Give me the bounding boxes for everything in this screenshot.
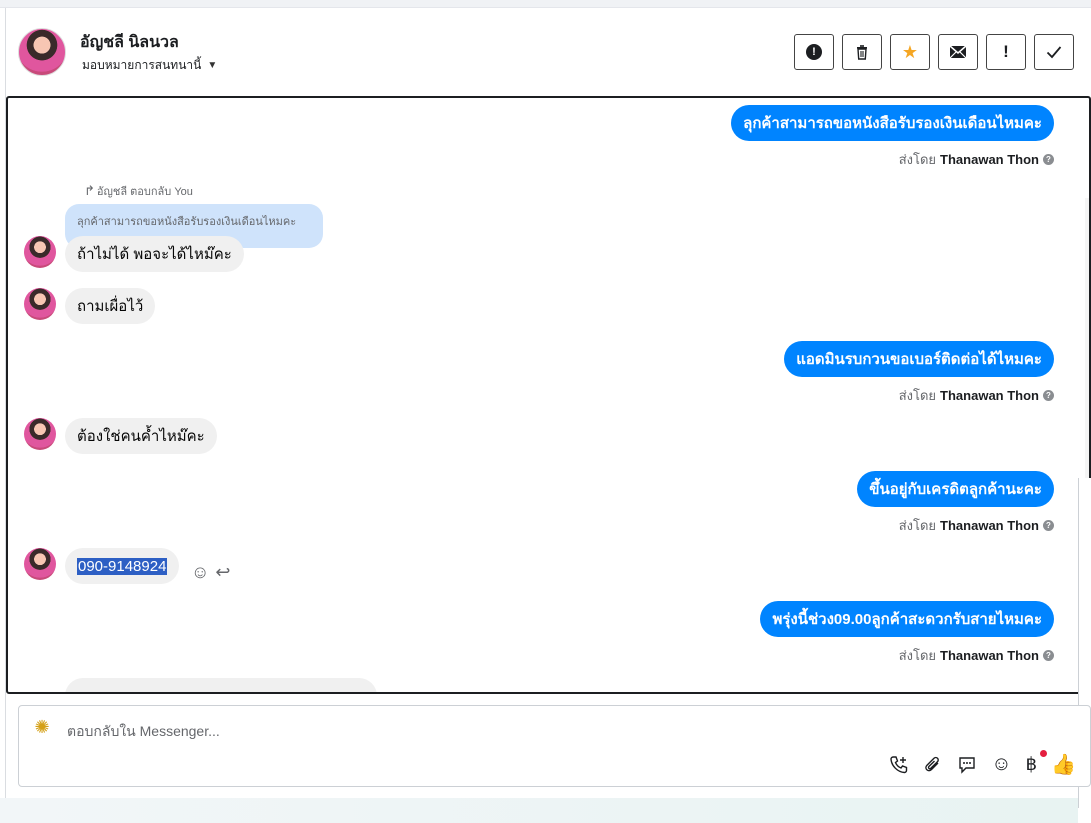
sent-by-prefix: ส่งโดย bbox=[898, 648, 937, 663]
notification-dot bbox=[1040, 750, 1048, 757]
delete-button[interactable] bbox=[842, 34, 882, 70]
star-button[interactable]: ★ bbox=[890, 34, 930, 70]
mark-important-button[interactable]: ! bbox=[986, 34, 1026, 70]
agent-name: Thanawan Thon bbox=[940, 152, 1039, 167]
mark-done-button[interactable] bbox=[1034, 34, 1074, 70]
assign-label: มอบหมายการสนทนานี้ bbox=[82, 58, 202, 72]
incoming-message[interactable]: ต้องใช่คนค้ำไหม๊คะ bbox=[65, 418, 217, 454]
outgoing-message[interactable]: พรุ่งนี้ช่วง09.00ลูกค้าสะดวกรับสายไหมคะ bbox=[760, 601, 1054, 637]
react-smiley-icon[interactable]: ☺ bbox=[191, 562, 209, 583]
baht-icon[interactable]: ฿ bbox=[1026, 750, 1048, 775]
reply-note: ↱ อัญชลี ตอบกลับ You bbox=[84, 182, 193, 200]
outgoing-message[interactable]: ลุกค้าสามารถขอหนังสือรับรองเงินเดือนไหมค… bbox=[731, 105, 1054, 141]
contact-avatar-small bbox=[24, 548, 56, 580]
help-icon[interactable]: ? bbox=[1043, 154, 1054, 165]
incoming-message[interactable]: ถามเผื่อไว้ bbox=[65, 288, 156, 324]
exclamation-icon: ! bbox=[1003, 42, 1009, 61]
conversation-header: อัญชลี นิลนวล มอบหมายการสนทนานี้ ▼ ! ★ ! bbox=[6, 8, 1091, 96]
sent-by-prefix: ส่งโดย bbox=[898, 518, 937, 533]
contact-name[interactable]: อัญชลี นิลนวล bbox=[80, 30, 179, 55]
envelope-icon bbox=[949, 45, 967, 59]
trash-icon bbox=[857, 45, 867, 60]
header-actions: ! ★ ! bbox=[794, 34, 1074, 70]
top-strip bbox=[0, 0, 1091, 8]
message-composer[interactable]: ✺ ตอบกลับใน Messenger... ☺ ฿ 👍 bbox=[18, 705, 1091, 787]
help-icon[interactable]: ? bbox=[1043, 520, 1054, 531]
outgoing-message[interactable]: แอดมินรบกวนขอเบอร์ติดต่อได้ไหมคะ bbox=[784, 341, 1054, 377]
composer-tools: ☺ ฿ 👍 bbox=[889, 750, 1076, 777]
message-thread[interactable]: ลุกค้าสามารถขอหนังสือรับรองเงินเดือนไหมค… bbox=[6, 96, 1091, 694]
sent-by-label: ส่งโดย Thanawan Thon ? bbox=[899, 149, 1054, 170]
sent-by-prefix: ส่งโดย bbox=[898, 388, 937, 403]
contact-avatar[interactable] bbox=[18, 28, 66, 76]
help-icon[interactable]: ? bbox=[1043, 650, 1054, 661]
smiley-icon[interactable]: ☺ bbox=[991, 753, 1011, 776]
caret-down-icon: ▼ bbox=[207, 60, 218, 71]
report-button[interactable]: ! bbox=[794, 34, 834, 70]
message-tools: ☺ ↩ bbox=[191, 562, 230, 583]
contact-avatar-small bbox=[24, 418, 56, 450]
contact-avatar-small bbox=[24, 288, 56, 320]
phone-plus-icon[interactable] bbox=[889, 755, 909, 775]
sent-by-label: ส่งโดย Thanawan Thon ? bbox=[899, 515, 1054, 536]
alert-circle-icon: ! bbox=[806, 44, 822, 60]
incoming-message[interactable]: 090-9148924 bbox=[65, 548, 180, 584]
help-icon[interactable]: ? bbox=[1043, 390, 1054, 401]
incoming-message[interactable]: ถ้าไม่ได้ พอจะได้ไหม๊คะ bbox=[65, 236, 244, 272]
sent-by-label: ส่งโดย Thanawan Thon ? bbox=[899, 385, 1054, 406]
paperclip-icon[interactable] bbox=[923, 755, 943, 775]
reply-icon[interactable]: ↩ bbox=[215, 562, 230, 583]
composer-placeholder[interactable]: ตอบกลับใน Messenger... bbox=[67, 721, 220, 743]
mark-unread-button[interactable] bbox=[938, 34, 978, 70]
assign-conversation-dropdown[interactable]: มอบหมายการสนทนานี้ ▼ bbox=[82, 56, 217, 75]
reply-arrow-icon: ↱ bbox=[84, 183, 95, 198]
page-logo-icon: ✺ bbox=[34, 716, 50, 737]
incoming-message-partial[interactable] bbox=[65, 678, 377, 692]
thumbs-up-icon[interactable]: 👍 bbox=[1051, 752, 1076, 777]
agent-name: Thanawan Thon bbox=[940, 518, 1039, 533]
agent-name: Thanawan Thon bbox=[940, 648, 1039, 663]
outgoing-message[interactable]: ขึ้นอยู่กับเครดิตลูกค้านะคะ bbox=[857, 471, 1054, 507]
reply-note-text: อัญชลี ตอบกลับ You bbox=[96, 186, 193, 198]
footer-strip bbox=[0, 798, 1078, 823]
selected-phone-number[interactable]: 090-9148924 bbox=[77, 557, 168, 575]
sent-by-prefix: ส่งโดย bbox=[898, 152, 937, 167]
star-icon: ★ bbox=[901, 41, 919, 62]
chat-bubble-icon[interactable] bbox=[957, 755, 977, 775]
check-icon bbox=[1046, 46, 1062, 59]
agent-name: Thanawan Thon bbox=[940, 388, 1039, 403]
contact-avatar-small bbox=[24, 236, 56, 268]
sent-by-label: ส่งโดย Thanawan Thon ? bbox=[899, 645, 1054, 666]
